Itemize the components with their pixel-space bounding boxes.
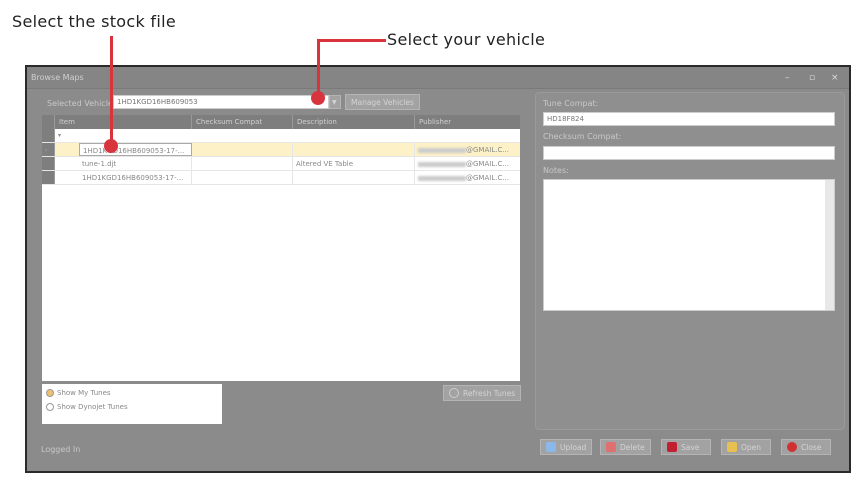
annotation-dot-stock (104, 139, 118, 153)
show-my-tunes-radio[interactable]: Show My Tunes (46, 389, 218, 397)
close-button[interactable]: Close (781, 439, 831, 455)
radio-selected-icon (46, 389, 54, 397)
tune-compat-field[interactable]: HD18F824 (543, 112, 835, 126)
annotation-line-vehicle-h (318, 39, 386, 42)
show-dynojet-tunes-radio[interactable]: Show Dynojet Tunes (46, 403, 218, 411)
open-button[interactable]: Open (721, 439, 771, 455)
chevron-down-icon[interactable]: ▼ (329, 95, 341, 109)
delete-button[interactable]: Delete (600, 439, 651, 455)
maximize-button[interactable]: ▫ (809, 73, 815, 83)
login-status: Logged In (41, 445, 81, 454)
col-item[interactable]: Item (55, 115, 192, 129)
checksum-compat-label: Checksum Compat: (543, 132, 622, 141)
minimize-button[interactable]: – (785, 73, 790, 83)
open-folder-icon (727, 442, 737, 452)
col-publisher[interactable]: Publisher (415, 115, 520, 129)
delete-icon (606, 442, 616, 452)
save-button[interactable]: Save (661, 439, 711, 455)
col-description[interactable]: Description (293, 115, 415, 129)
table-row[interactable]: tune-1.djt Altered VE Table @GMAIL.C... (42, 157, 520, 171)
table-row[interactable]: 1HD1KGD16HB609053-17-... @GMAIL.C... (42, 171, 520, 185)
close-icon (787, 442, 797, 452)
refresh-tunes-button[interactable]: Refresh Tunes (443, 385, 522, 401)
col-checksum[interactable]: Checksum Compat (192, 115, 293, 129)
notes-scrollbar[interactable] (825, 180, 834, 310)
save-icon (667, 442, 677, 452)
manage-vehicles-button[interactable]: Manage Vehicles (345, 94, 420, 110)
annotation-line-stock (110, 36, 113, 146)
tune-filter-group: Show My Tunes Show Dynojet Tunes (42, 384, 222, 424)
upload-button[interactable]: Upload (540, 439, 593, 455)
annotation-line-vehicle-v (317, 39, 320, 97)
grid-header: Item Checksum Compat Description Publish… (42, 115, 520, 129)
notes-label: Notes: (543, 166, 569, 175)
radio-icon (46, 403, 54, 411)
upload-icon (546, 442, 556, 452)
vehicle-select[interactable]: 1HD1KGD16HB609053 (113, 95, 329, 109)
browse-maps-window: Browse Maps – ▫ × Selected Vehicle: 1HD1… (25, 65, 851, 473)
notes-textarea[interactable] (543, 179, 835, 311)
tunes-grid: Item Checksum Compat Description Publish… (42, 115, 520, 381)
title-bar: Browse Maps (27, 67, 849, 89)
annotation-stock-file: Select the stock file (12, 12, 177, 31)
refresh-icon (449, 388, 459, 398)
annotation-vehicle: Select your vehicle (387, 30, 546, 49)
annotation-dot-vehicle (311, 91, 325, 105)
tune-compat-label: Tune Compat: (543, 99, 599, 108)
close-window-button[interactable]: × (831, 73, 839, 83)
checksum-compat-field[interactable] (543, 146, 835, 160)
details-panel: Tune Compat: HD18F824 Checksum Compat: N… (535, 92, 845, 430)
window-title: Browse Maps (31, 73, 84, 82)
selected-vehicle-label: Selected Vehicle: (47, 99, 116, 108)
